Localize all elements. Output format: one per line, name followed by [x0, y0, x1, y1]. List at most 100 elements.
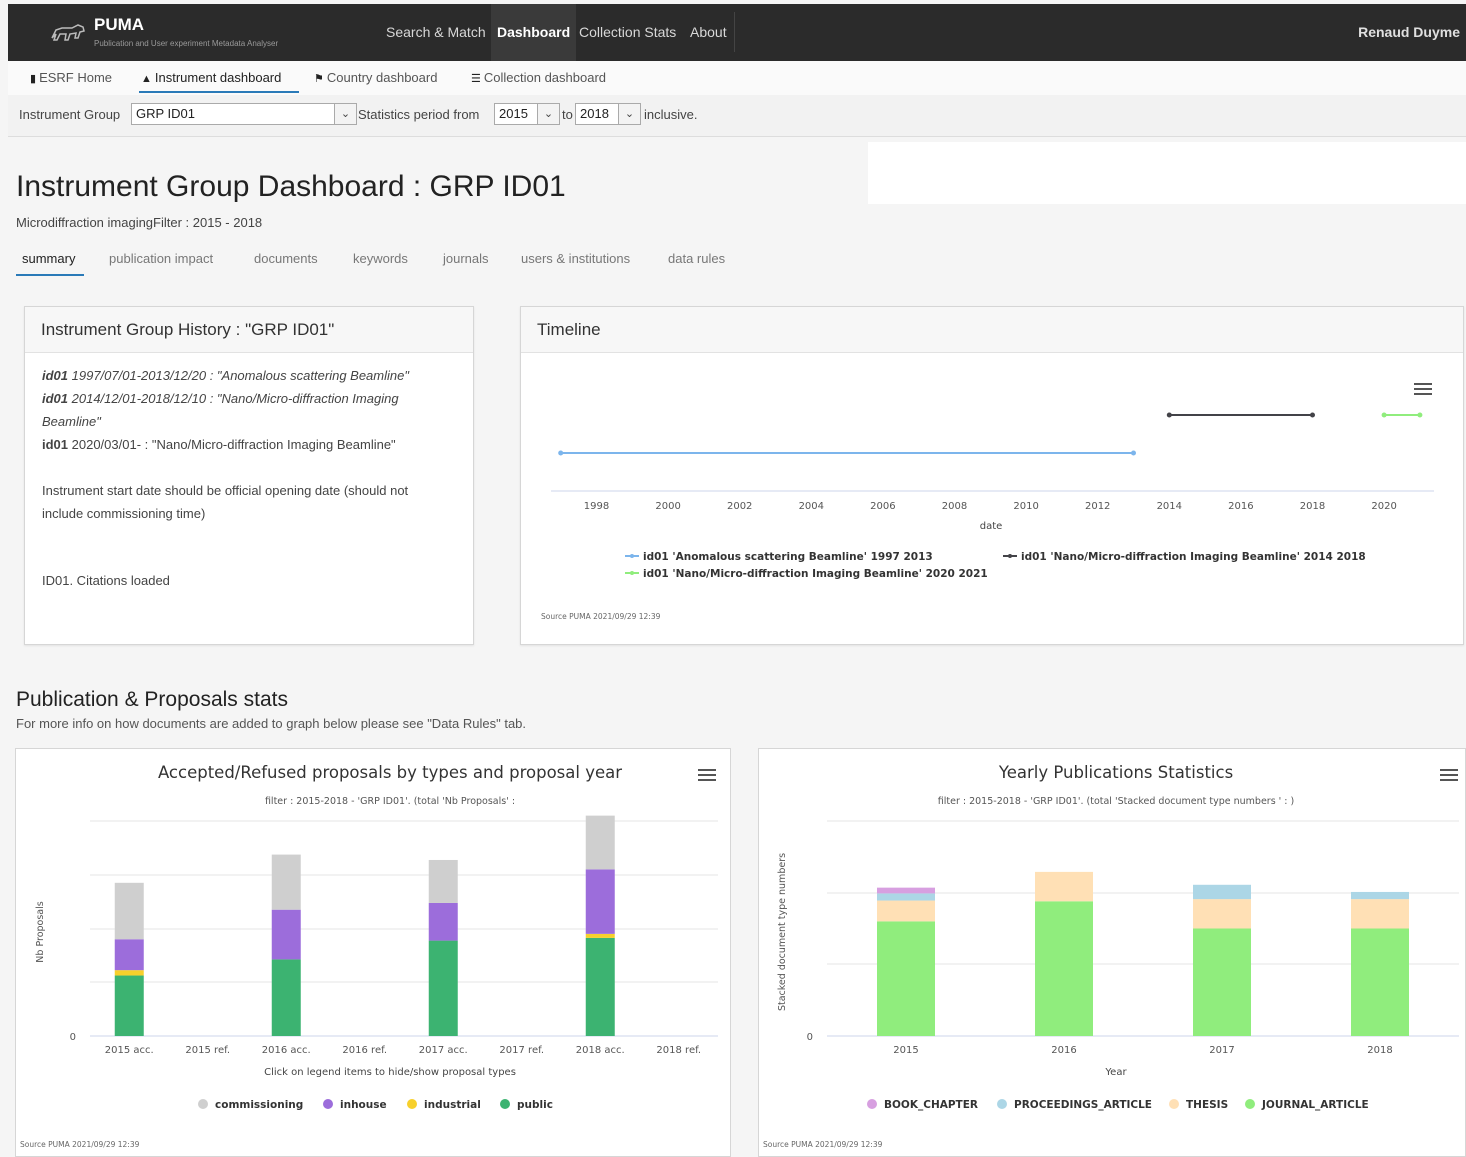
series-point: [1131, 450, 1136, 456]
bar-segment: [877, 887, 935, 894]
app-title[interactable]: PUMA: [94, 15, 144, 35]
legend-label: id01 'Nano/Micro-diffraction Imaging Bea…: [1021, 551, 1366, 563]
history-panel-title: Instrument Group History : "GRP ID01": [25, 307, 473, 353]
chevron-down-icon: ⌄: [618, 104, 640, 124]
subnav-collection-dashboard[interactable]: ☰ Collection dashboard: [471, 70, 606, 85]
timeline-panel: Timeline 1998 2000 2002 2004 2006 2008 2010 201…: [520, 306, 1464, 645]
nav-search-match[interactable]: Search & Match: [380, 4, 492, 61]
bar-segment: [1193, 884, 1251, 900]
x-tick-label: 2018 acc.: [576, 1045, 625, 1056]
user-name[interactable]: Renaud Duyme: [1358, 4, 1460, 61]
citations-status: ID01. Citations loaded: [42, 573, 170, 588]
x-tick-label: 2015 acc.: [105, 1045, 154, 1056]
bar-segment: [114, 975, 144, 1036]
period-to-select[interactable]: 2018 ⌄: [575, 103, 641, 125]
subnav-instrument-dashboard[interactable]: ▲ Instrument dashboard: [141, 70, 281, 85]
period-suffix: inclusive.: [644, 107, 698, 122]
legend-label: industrial: [424, 1099, 481, 1111]
legend-label: JOURNAL_ARTICLE: [1261, 1099, 1369, 1111]
bar-segment: [1351, 899, 1409, 929]
chart-title: Accepted/Refused proposals by types and …: [158, 763, 622, 782]
period-label: Statistics period from: [358, 107, 480, 122]
tab-journals[interactable]: journals: [443, 251, 489, 266]
tab-keywords[interactable]: keywords: [353, 251, 408, 266]
bar-segment: [1035, 871, 1093, 902]
legend-label: id01 'Nano/Micro-diffraction Imaging Bea…: [643, 568, 988, 580]
page-subtitle: Microdiffraction imagingFilter : 2015 - …: [16, 215, 263, 230]
x-tick-label: 2015 ref.: [185, 1045, 230, 1056]
subnav-label: ESRF Home: [39, 70, 113, 85]
pubs-section-subtitle: For more info on how documents are added…: [16, 716, 527, 731]
filter-bar: Instrument Group GRP ID01 ⌄ Statistics p…: [8, 95, 1466, 137]
chevron-down-icon: ⌄: [537, 104, 559, 124]
period-to-value: 2018: [580, 106, 609, 121]
tab-publication-impact[interactable]: publication impact: [109, 251, 213, 266]
tab-documents[interactable]: documents: [254, 251, 318, 266]
nav-dashboard[interactable]: Dashboard: [491, 4, 577, 61]
pubs-section-title: Publication & Proposals stats: [16, 688, 288, 711]
legend-symbol: [1008, 554, 1012, 558]
chart-source: Source PUMA 2021/09/29 12:39: [541, 612, 661, 621]
legend-label: THESIS: [1186, 1099, 1228, 1111]
subnav-label: Collection dashboard: [483, 70, 607, 85]
yearly-chart: Yearly Publications Statistics filter : 2…: [763, 763, 1459, 1149]
x-tick-label: 2014: [1157, 501, 1182, 512]
legend-symbol: [500, 1099, 510, 1109]
nav-about[interactable]: About: [684, 4, 733, 61]
period-from-select[interactable]: 2015 ⌄: [494, 103, 560, 125]
history-note: include commissioning time): [42, 506, 206, 521]
instrument-group-select[interactable]: GRP ID01 ⌄: [131, 103, 357, 125]
x-tick-label: 2012: [1085, 501, 1110, 512]
entry-text: 1997/07/01-2013/12/20 : "Anomalous scatt…: [68, 368, 409, 383]
bar-segment: [428, 940, 458, 1036]
x-tick-label: 2006: [870, 501, 895, 512]
bar-segment: [1193, 899, 1251, 929]
list-icon: ☰: [471, 73, 481, 85]
history-note: Instrument start date should be official…: [42, 483, 409, 498]
instrument-group-value: GRP ID01: [136, 106, 196, 121]
subnav-country-dashboard[interactable]: ⚑ Country dashboard: [314, 70, 437, 85]
tab-users-institutions[interactable]: users & institutions: [521, 251, 630, 266]
entry-code: id01: [42, 437, 69, 452]
x-tick-label: 2015: [893, 1045, 918, 1056]
history-entry-continued: Beamline": [42, 410, 101, 433]
chart-subtitle: filter : 2015-2018 - 'GRP ID01'. (total …: [265, 796, 515, 807]
timeline-chart: 1998 2000 2002 2004 2006 2008 2010 2012 2014 2016…: [541, 412, 1434, 621]
x-tick-label: 2017: [1209, 1045, 1234, 1056]
x-axis-title: Year: [1104, 1067, 1127, 1078]
bar-segment: [585, 815, 615, 870]
yearly-chart-panel: Yearly Publications Statistics filter : 2…: [758, 748, 1466, 1157]
entry-text: 2020/03/01- : "Nano/Micro-diffraction Im…: [68, 437, 396, 452]
bar-segment: [585, 937, 615, 1036]
proposals-chart: Accepted/Refused proposals by types and …: [20, 763, 718, 1149]
series-point: [1381, 412, 1387, 418]
subnav-esrf-home[interactable]: ▮ ESRF Home: [30, 70, 112, 85]
puma-logo-icon[interactable]: [50, 20, 86, 46]
x-tick-label: 2002: [727, 501, 752, 512]
x-tick-label: 2000: [655, 501, 680, 512]
y-axis-title: Stacked document type numbers: [777, 853, 788, 1011]
x-tick-label: 2020: [1371, 501, 1396, 512]
bar-segment: [1035, 901, 1093, 1036]
instrument-group-label: Instrument Group: [19, 107, 121, 122]
tab-data-rules[interactable]: data rules: [668, 251, 725, 266]
bar-segment: [271, 909, 301, 960]
bar-segment: [271, 959, 301, 1036]
bar-segment: [877, 921, 935, 1036]
series-point: [1417, 412, 1423, 418]
tab-summary[interactable]: summary: [22, 251, 75, 266]
x-tick-label: 2018: [1300, 501, 1325, 512]
bar-segment: [585, 869, 615, 934]
chart-source: Source PUMA 2021/09/29 12:39: [20, 1140, 140, 1149]
legend-symbol: [997, 1099, 1007, 1109]
history-entry: id01 2014/12/01-2018/12/10 : "Nano/Micro…: [42, 387, 399, 410]
legend-symbol: [1169, 1099, 1179, 1109]
nav-collection-stats[interactable]: Collection Stats: [573, 4, 682, 61]
subnav-label: Country dashboard: [326, 70, 438, 85]
legend-label: PROCEEDINGS_ARTICLE: [1014, 1099, 1152, 1111]
chart-title: Yearly Publications Statistics: [998, 763, 1233, 782]
legend-symbol: [198, 1099, 208, 1109]
history-entry: id01 2020/03/01- : "Nano/Micro-diffracti…: [42, 433, 396, 456]
x-tick-label: 2018: [1367, 1045, 1392, 1056]
active-subnav-indicator: [139, 91, 299, 93]
